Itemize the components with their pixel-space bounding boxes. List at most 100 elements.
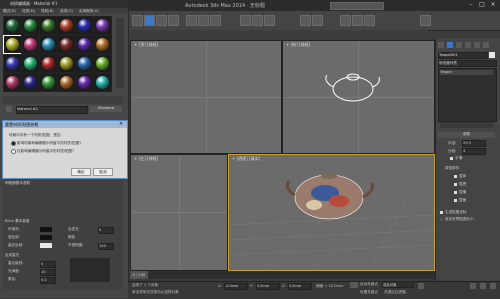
material-slot[interactable]	[57, 35, 76, 54]
search-input[interactable]	[330, 2, 384, 10]
move-icon[interactable]	[186, 15, 197, 26]
time-slider-thumb[interactable]: 0 / 100	[130, 271, 148, 279]
real-world-label[interactable]: 真实世界贴图大小	[445, 217, 474, 222]
material-name-field[interactable]: Material #1	[16, 106, 88, 114]
radius-field[interactable]: 29.5	[462, 140, 486, 147]
gen-uv-label[interactable]: 生成贴图坐标	[445, 210, 467, 215]
part-spout-label[interactable]: 壶嘴	[459, 190, 466, 195]
minimize-icon[interactable]: –	[466, 1, 476, 9]
object-color-swatch[interactable]	[489, 52, 495, 58]
pick-material-icon[interactable]	[6, 106, 12, 112]
smooth-checkbox[interactable]	[450, 157, 453, 160]
material-slot[interactable]	[93, 54, 112, 73]
material-slot[interactable]	[3, 73, 22, 92]
y-coord-field[interactable]: 0.0mm	[256, 283, 280, 290]
menu-mode[interactable]: 模式(D)	[3, 9, 16, 14]
set-key-button[interactable]: 设置关键点	[360, 290, 378, 295]
play-icon[interactable]	[418, 283, 424, 289]
parameters-rollout[interactable]: 参数	[438, 132, 495, 138]
modify-tab-icon[interactable]	[447, 42, 453, 48]
pan-icon[interactable]	[480, 283, 486, 289]
utilities-tab-icon[interactable]	[483, 42, 489, 48]
create-tab-icon[interactable]	[438, 42, 444, 48]
material-slot[interactable]	[57, 73, 76, 92]
part-lid-label[interactable]: 壶盖	[459, 198, 466, 203]
selection-set-dropdown[interactable]: 选定对象	[382, 281, 414, 288]
menu-utilities[interactable]: 实用程序(U)	[79, 9, 99, 14]
render-icon[interactable]	[364, 15, 375, 26]
material-slot[interactable]	[75, 54, 94, 73]
menu-material[interactable]: 材质(M)	[22, 9, 35, 14]
ambient-swatch[interactable]	[40, 227, 52, 232]
material-slot[interactable]	[3, 16, 22, 35]
auto-key-button[interactable]: 自动关键点	[360, 282, 378, 287]
maximize-icon[interactable]: □	[477, 1, 487, 9]
x-coord-field[interactable]: -0.0mm	[224, 283, 248, 290]
material-editor-icon[interactable]	[340, 15, 351, 26]
material-slot[interactable]	[75, 73, 94, 92]
align-icon[interactable]	[312, 15, 323, 26]
viewport-left-label[interactable]: + [左] [线框]	[134, 156, 158, 162]
option2-radio[interactable]	[11, 149, 16, 154]
viewport-perspective[interactable]	[228, 154, 435, 271]
viewport-top-label[interactable]: + [顶] [线框]	[134, 42, 158, 48]
option1-label[interactable]: 影响场景和编辑器示例窗中的材质/贴图?	[17, 141, 81, 146]
shader-params-title[interactable]: 明暗器基本参数	[5, 181, 30, 186]
material-slot[interactable]	[75, 16, 94, 35]
segments-field[interactable]: 4	[462, 148, 486, 155]
material-slot[interactable]	[39, 73, 58, 92]
motion-tab-icon[interactable]	[465, 42, 471, 48]
time-slider[interactable]	[128, 271, 435, 279]
undo-icon[interactable]	[132, 15, 143, 26]
material-slot[interactable]	[93, 73, 112, 92]
material-slot[interactable]	[21, 16, 40, 35]
material-slot[interactable]	[57, 54, 76, 73]
option2-label[interactable]: 仅影响编辑器示例窗中的材质/贴图?	[17, 149, 74, 154]
material-slot[interactable]	[21, 54, 40, 73]
specular-swatch[interactable]	[40, 243, 52, 248]
self-illum-field[interactable]: 0	[98, 227, 114, 234]
region-select-icon[interactable]	[168, 15, 179, 26]
viewport-top[interactable]	[130, 40, 282, 154]
angle-snap-icon[interactable]	[252, 15, 263, 26]
smooth-label[interactable]: 平滑	[455, 156, 462, 161]
mirror-icon[interactable]	[300, 15, 311, 26]
viewport-perspective-label[interactable]: + [透视] [真实]	[232, 156, 260, 162]
modifier-list-dropdown[interactable]: 修改器列表	[438, 60, 497, 67]
key-filters-button[interactable]: 关键点过滤器...	[384, 290, 409, 295]
cancel-button[interactable]: 取消	[93, 168, 113, 176]
key-icon[interactable]	[350, 282, 358, 288]
material-slot[interactable]	[75, 35, 94, 54]
part-lid-checkbox[interactable]	[454, 199, 457, 202]
material-slot[interactable]	[21, 35, 40, 54]
viewport-left[interactable]	[130, 154, 228, 271]
snap-icon[interactable]	[240, 15, 251, 26]
part-body-label[interactable]: 壶体	[459, 174, 466, 179]
select-by-name-icon[interactable]	[156, 15, 167, 26]
part-body-checkbox[interactable]	[454, 175, 457, 178]
z-coord-field[interactable]: 0.0mm	[288, 283, 312, 290]
hierarchy-tab-icon[interactable]	[456, 42, 462, 48]
rotate-icon[interactable]	[198, 15, 209, 26]
menu-navigation[interactable]: 导航(N)	[41, 9, 54, 14]
material-type-button[interactable]: Standard	[90, 106, 122, 112]
viewport-front-label[interactable]: + [前] [线框]	[286, 42, 310, 48]
diffuse-swatch[interactable]	[40, 235, 52, 240]
orbit-icon[interactable]	[490, 283, 496, 289]
display-tab-icon[interactable]	[474, 42, 480, 48]
material-slot[interactable]	[93, 35, 112, 54]
glossiness-field[interactable]: 10	[40, 269, 56, 276]
stack-item-teapot[interactable]: Teapot	[440, 70, 493, 75]
material-slot[interactable]	[39, 54, 58, 73]
part-handle-label[interactable]: 壶把	[459, 182, 466, 187]
soften-field[interactable]: 0.1	[40, 277, 56, 284]
part-spout-checkbox[interactable]	[454, 191, 457, 194]
material-slot[interactable]	[93, 16, 112, 35]
material-slot[interactable]	[3, 54, 22, 73]
dialog-close-icon[interactable]: ×	[119, 121, 123, 127]
part-handle-checkbox[interactable]	[454, 183, 457, 186]
material-slot[interactable]	[57, 16, 76, 35]
scale-icon[interactable]	[210, 15, 221, 26]
ok-button[interactable]: 确定	[71, 168, 91, 176]
material-slot[interactable]	[3, 35, 22, 54]
